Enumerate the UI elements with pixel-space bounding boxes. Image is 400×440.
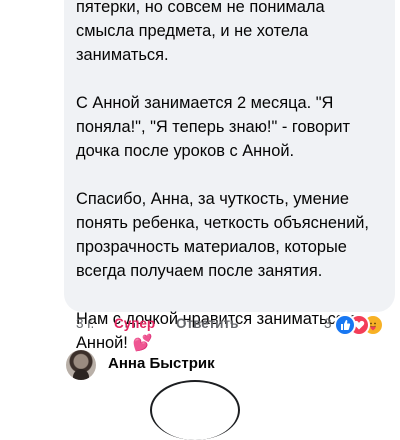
reply-row: Анна Быстрик <box>66 350 396 380</box>
reply-image-outline <box>150 380 240 440</box>
avatar[interactable] <box>66 350 96 380</box>
reaction-count[interactable]: 3 <box>324 316 332 331</box>
like-button[interactable]: Супер <box>114 316 155 331</box>
comment-actions: 3 г. Супер Ответить 3 <box>76 314 396 336</box>
reply-author-name[interactable]: Анна Быстрик <box>108 355 215 372</box>
reply-button[interactable]: Ответить <box>176 316 238 331</box>
like-icon <box>334 314 356 336</box>
comment-paragraph: Спасибо, Анна, за чуткость, умение понят… <box>76 190 369 280</box>
reaction-summary[interactable] <box>334 314 394 336</box>
comment-paragraph: пятерки, но совсем не понимала смысла пр… <box>76 0 325 64</box>
comment-paragraph: С Анной занимается 2 месяца. "Я поняла!"… <box>76 94 350 160</box>
comment-bubble: пятерки, но совсем не понимала смысла пр… <box>64 0 395 352</box>
comment-timestamp[interactable]: 3 г. <box>76 316 94 331</box>
